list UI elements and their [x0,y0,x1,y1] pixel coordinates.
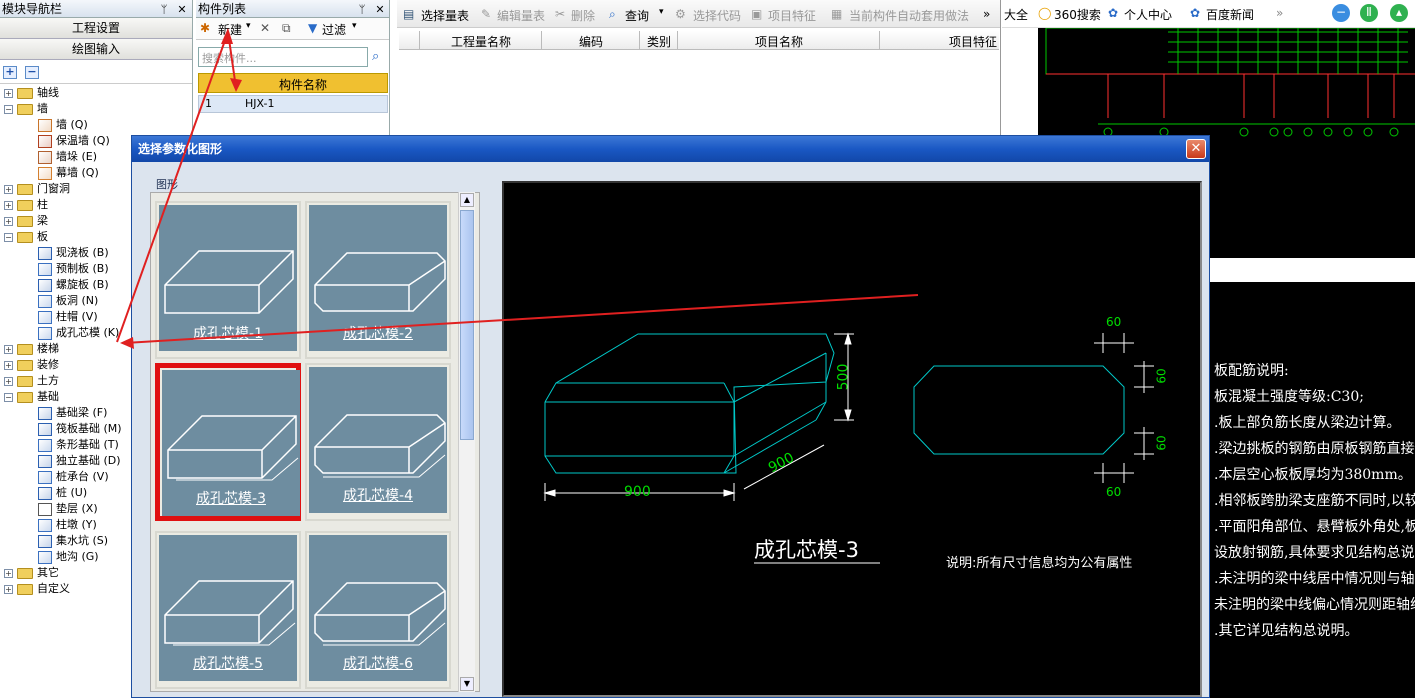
annotation-arrows [116,28,919,349]
